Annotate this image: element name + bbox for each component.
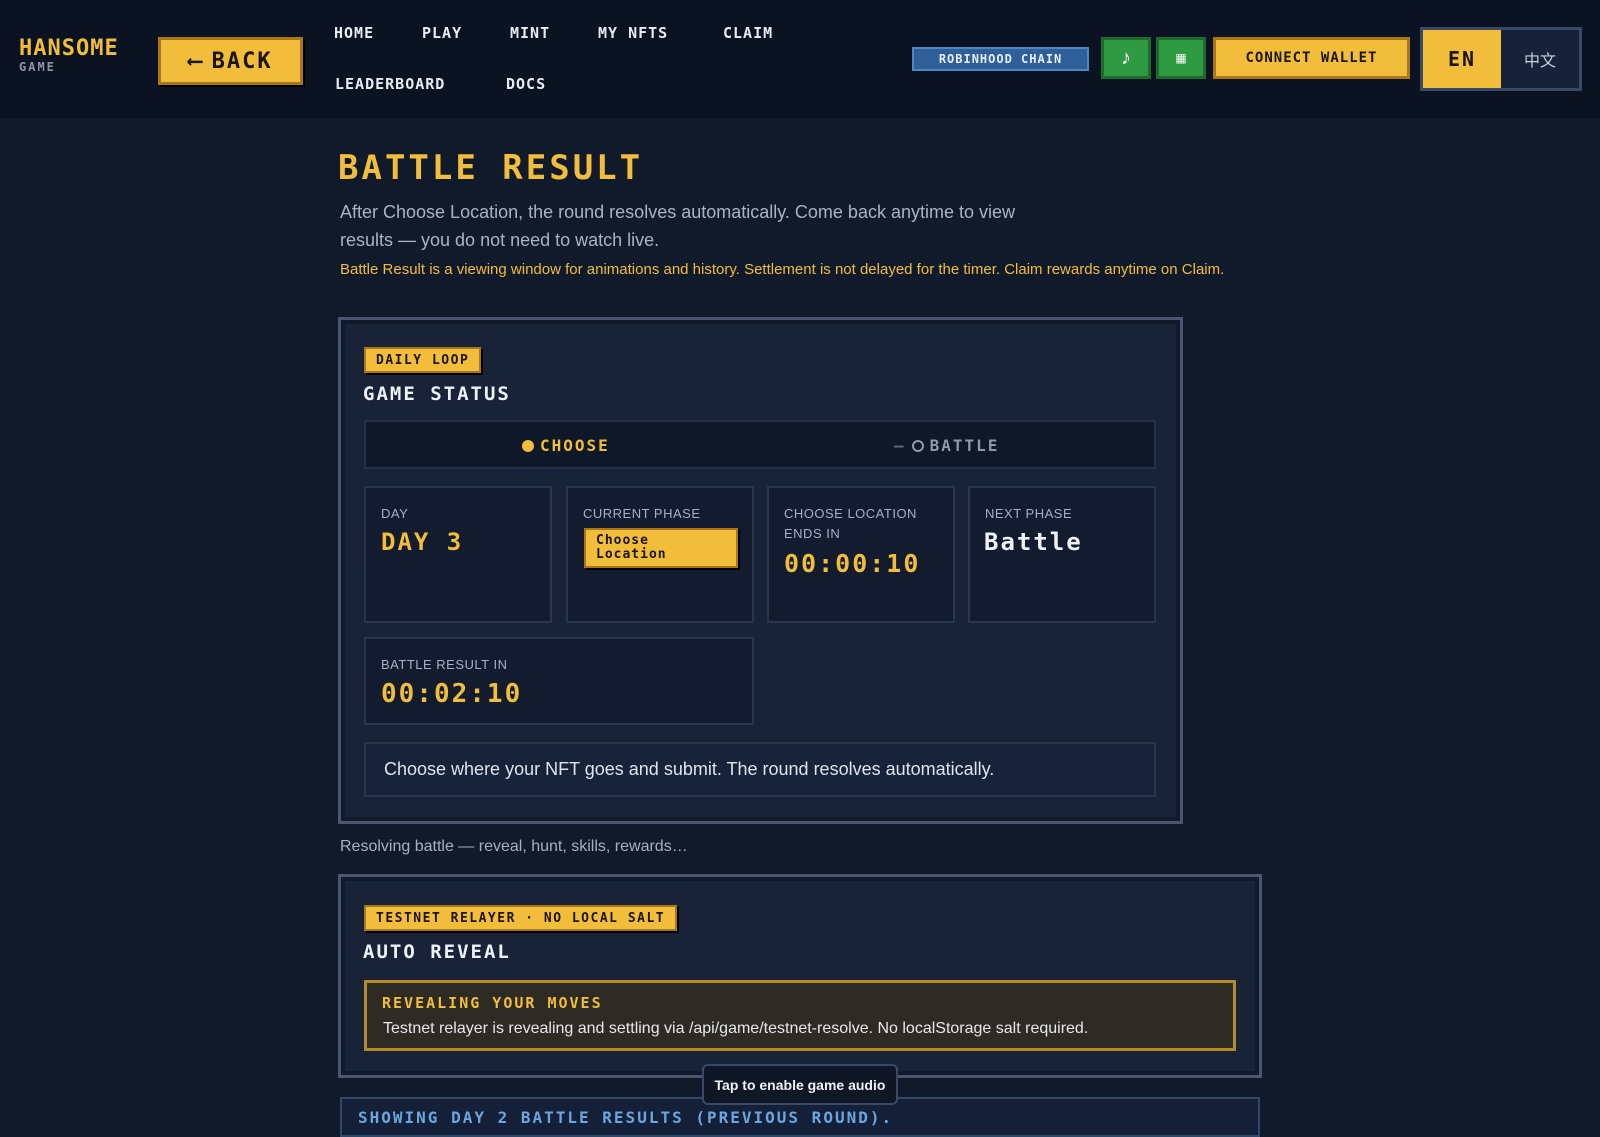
phase-battle: — BATTLE [894, 436, 999, 455]
nav-docs[interactable]: DOCS [506, 75, 546, 93]
nav-mint[interactable]: MINT [510, 24, 550, 42]
previous-round-text: SHOWING DAY 2 BATTLE RESULTS (PREVIOUS R… [358, 1108, 894, 1127]
stat-day-value: DAY 3 [381, 528, 464, 556]
music-toggle-button[interactable]: ♪ [1101, 37, 1151, 79]
chain-badge[interactable]: ROBINHOOD CHAIN [912, 47, 1089, 71]
music-note-icon: ♪ [1121, 46, 1131, 69]
lang-en-button[interactable]: EN [1423, 30, 1501, 88]
stat-current-phase-label: CURRENT PHASE [583, 506, 701, 521]
grid-icon: ▦ [1175, 51, 1187, 65]
stat-next-phase-label: NEXT PHASE [985, 506, 1073, 521]
back-button[interactable]: ⟵ BACK [158, 37, 303, 85]
stat-day: DAY DAY 3 [364, 486, 552, 623]
resolving-text: Resolving battle — reveal, hunt, skills,… [340, 838, 688, 855]
page-intro: After Choose Location, the round resolve… [340, 202, 1015, 250]
stat-battle-result-label: BATTLE RESULT IN [381, 657, 508, 672]
page-title: BATTLE RESULT [338, 148, 644, 188]
stat-next-phase-value: Battle [984, 528, 1083, 556]
stat-choose-ends-label: CHOOSE LOCATION ENDS IN [784, 506, 917, 541]
game-status-info: Choose where your NFT goes and submit. T… [364, 742, 1156, 797]
nav-play[interactable]: PLAY [422, 24, 462, 42]
stat-choose-ends-value: 00:00:10 [784, 549, 921, 578]
daily-loop-tag: DAILY LOOP [364, 347, 482, 373]
phase-choose: CHOOSE [522, 436, 610, 455]
phase-battle-label: BATTLE [929, 436, 1000, 455]
active-dot-icon [522, 439, 534, 452]
stat-battle-result: BATTLE RESULT IN 00:02:10 [364, 637, 754, 725]
lang-zh-button[interactable]: 中文 [1501, 30, 1579, 88]
language-switcher: EN 中文 [1420, 27, 1582, 91]
stat-battle-result-value: 00:02:10 [381, 679, 523, 709]
auto-reveal-title: AUTO REVEAL [363, 941, 511, 963]
nav-claim[interactable]: CLAIM [723, 24, 773, 42]
revealing-moves-title: REVEALING YOUR MOVES [382, 994, 603, 1012]
logo[interactable]: HANSOME GAME [19, 36, 119, 74]
stat-current-phase: CURRENT PHASE Choose Location [566, 486, 754, 623]
arrow-left-icon: ⟵ [188, 48, 204, 74]
nav-leaderboard[interactable]: LEADERBOARD [335, 75, 445, 93]
phase-choose-label: CHOOSE [540, 436, 610, 455]
phase-progress-bar: CHOOSE — BATTLE [364, 420, 1156, 469]
connect-wallet-button[interactable]: CONNECT WALLET [1213, 37, 1410, 79]
stat-next-phase: NEXT PHASE Battle [968, 486, 1156, 623]
testnet-relayer-tag: TESTNET RELAYER · NO LOCAL SALT [364, 905, 678, 931]
logo-sub-text: GAME [19, 60, 56, 74]
back-label: BACK [211, 48, 273, 74]
inactive-dot-icon [911, 439, 924, 452]
revealing-moves-text: Testnet relayer is revealing and settlin… [383, 1020, 1089, 1037]
revealing-moves-box: REVEALING YOUR MOVES Testnet relayer is … [364, 980, 1236, 1051]
current-phase-chip: Choose Location [584, 528, 738, 568]
top-header: HANSOME GAME ⟵ BACK HOME PLAY MINT MY NF… [0, 0, 1600, 118]
phase-dash: — [894, 436, 906, 455]
game-status-title: GAME STATUS [363, 383, 511, 405]
stat-day-label: DAY [381, 506, 409, 521]
page-warning: Battle Result is a viewing window for an… [340, 261, 1225, 278]
grid-toggle-button[interactable]: ▦ [1156, 37, 1206, 79]
nav-home[interactable]: HOME [334, 24, 374, 42]
enable-audio-toast[interactable]: Tap to enable game audio [702, 1064, 898, 1105]
logo-main-text: HANSOME [19, 36, 119, 61]
nav-my-nfts[interactable]: MY NFTS [598, 24, 668, 42]
stat-choose-ends: CHOOSE LOCATION ENDS IN 00:00:10 [767, 486, 955, 623]
